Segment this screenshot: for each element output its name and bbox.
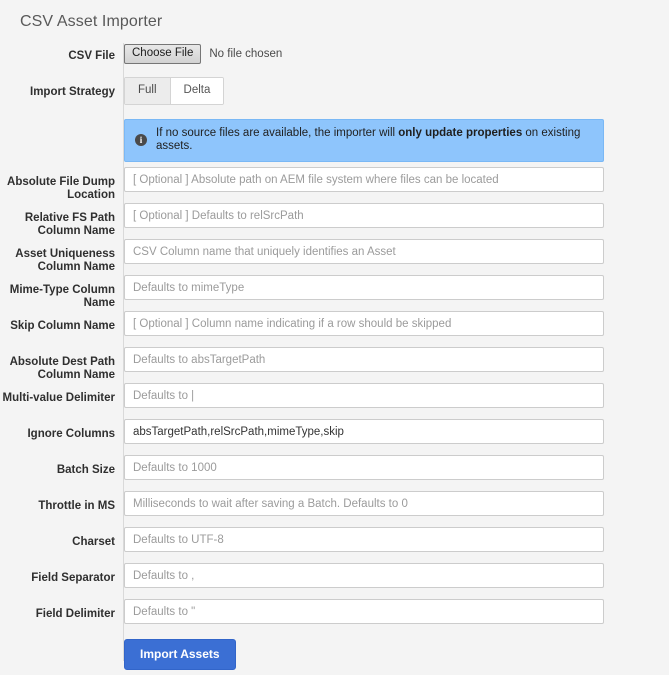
field-csv-file: Choose File No file chosen <box>115 41 669 66</box>
label-text-field: Mime-Type Column Name <box>9 284 115 309</box>
form-row-text-field: Ignore Columns <box>0 419 669 455</box>
label-text-field: Throttle in MS <box>38 500 115 512</box>
label-text-field: Multi-value Delimiter <box>2 392 115 404</box>
text-input[interactable] <box>124 491 604 516</box>
label-submit-spacer <box>0 639 115 648</box>
import-strategy-toggle-group[interactable]: Full Delta <box>124 77 225 105</box>
form-row-submit: Import Assets <box>0 639 669 675</box>
label-text-field: Absolute Dest Path Column Name <box>9 356 115 381</box>
field-wrapper <box>115 491 669 516</box>
import-strategy-option-delta[interactable]: Delta <box>169 78 224 104</box>
field-wrapper <box>115 455 669 480</box>
text-input[interactable] <box>124 203 604 228</box>
text-input[interactable] <box>124 563 604 588</box>
text-field-list: Absolute File Dump Location Relative FS P… <box>0 167 669 635</box>
label-csv-file: CSV File <box>68 50 115 62</box>
text-input[interactable] <box>124 311 604 336</box>
form-row-text-field: Skip Column Name <box>0 311 669 347</box>
label-text-field: Batch Size <box>56 464 115 476</box>
info-icon: i <box>135 134 147 146</box>
text-input[interactable] <box>124 419 604 444</box>
label-import-strategy: Import Strategy <box>30 86 115 98</box>
label-info-banner-spacer <box>0 119 115 128</box>
file-chosen-status: No file chosen <box>209 47 283 60</box>
field-wrapper <box>115 383 669 408</box>
form-row-text-field: Field Separator <box>0 563 669 599</box>
label-text-field: Charset <box>72 536 115 548</box>
import-strategy-option-full[interactable]: Full <box>125 78 170 104</box>
form-row-text-field: Relative FS Path Column Name <box>0 203 669 239</box>
text-input[interactable] <box>124 167 604 192</box>
label-text-field: Ignore Columns <box>27 428 115 440</box>
text-input[interactable] <box>124 347 604 372</box>
field-wrapper <box>115 167 669 192</box>
text-input[interactable] <box>124 239 604 264</box>
file-picker[interactable]: Choose File No file chosen <box>124 41 669 66</box>
form-row-info-banner: i If no source files are available, the … <box>0 119 669 162</box>
text-input[interactable] <box>124 599 604 624</box>
field-import-strategy: Full Delta <box>115 77 669 105</box>
form-row-text-field: Field Delimiter <box>0 599 669 635</box>
text-input[interactable] <box>124 455 604 480</box>
field-wrapper <box>115 275 669 300</box>
field-wrapper <box>115 527 669 552</box>
text-input[interactable] <box>124 527 604 552</box>
info-banner-text: If no source files are available, the im… <box>156 127 593 153</box>
form-row-text-field: Absolute File Dump Location <box>0 167 669 203</box>
form-row-text-field: Batch Size <box>0 455 669 491</box>
form-row-import-strategy: Import Strategy Full Delta <box>0 77 669 113</box>
csv-importer-form: CSV File Choose File No file chosen Impo… <box>0 41 669 675</box>
field-wrapper <box>115 203 669 228</box>
form-row-text-field: Absolute Dest Path Column Name <box>0 347 669 383</box>
page-title: CSV Asset Importer <box>20 13 163 30</box>
form-row-csv-file: CSV File Choose File No file chosen <box>0 41 669 77</box>
form-row-text-field: Charset <box>0 527 669 563</box>
info-banner-text-before: If no source files are available, the im… <box>156 127 399 139</box>
info-banner: i If no source files are available, the … <box>124 119 604 162</box>
label-text-field: Field Separator <box>31 572 115 584</box>
field-wrapper <box>115 311 669 336</box>
field-wrapper <box>115 419 669 444</box>
label-text-field: Skip Column Name <box>10 320 115 332</box>
form-row-text-field: Throttle in MS <box>0 491 669 527</box>
field-wrapper <box>115 563 669 588</box>
field-info-banner: i If no source files are available, the … <box>115 119 669 162</box>
text-input[interactable] <box>124 275 604 300</box>
field-wrapper <box>115 599 669 624</box>
label-text-field: Relative FS Path Column Name <box>24 212 115 237</box>
info-banner-text-strong: only update properties <box>398 127 523 139</box>
choose-file-button[interactable]: Choose File <box>124 43 202 64</box>
label-text-field: Asset Uniqueness Column Name <box>15 248 115 273</box>
form-row-text-field: Multi-value Delimiter <box>0 383 669 419</box>
text-input[interactable] <box>124 383 604 408</box>
label-text-field: Field Delimiter <box>35 608 115 620</box>
import-assets-button[interactable]: Import Assets <box>124 639 236 670</box>
form-row-text-field: Asset Uniqueness Column Name <box>0 239 669 275</box>
field-submit: Import Assets <box>115 639 669 670</box>
field-wrapper <box>115 347 669 372</box>
form-row-text-field: Mime-Type Column Name <box>0 275 669 311</box>
field-wrapper <box>115 239 669 264</box>
label-text-field: Absolute File Dump Location <box>7 176 115 201</box>
form-column-divider <box>123 43 124 661</box>
